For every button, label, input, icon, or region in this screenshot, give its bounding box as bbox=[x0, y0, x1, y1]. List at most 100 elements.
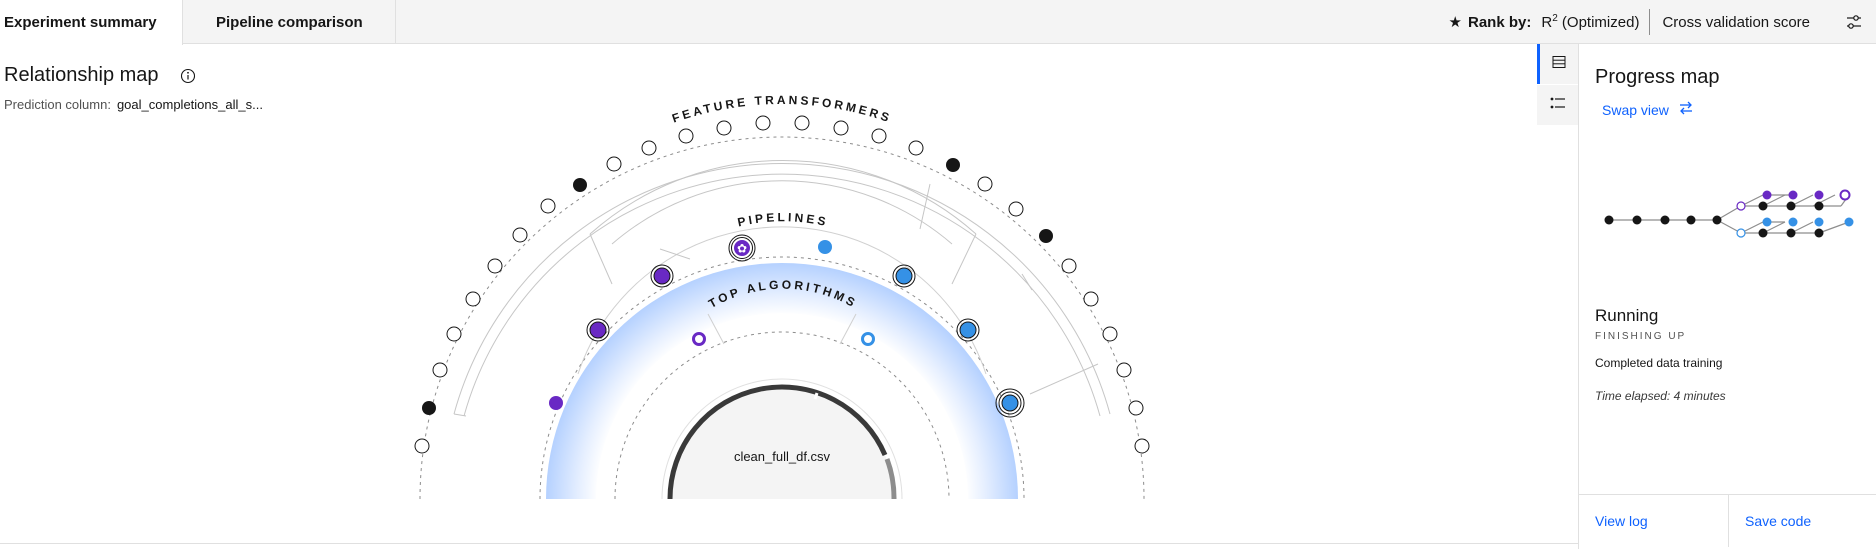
tab-label: Pipeline comparison bbox=[216, 13, 363, 31]
tab-experiment-summary[interactable]: Experiment summary bbox=[0, 0, 183, 45]
progress-node-best bbox=[1839, 189, 1851, 201]
swap-view-button[interactable]: Swap view bbox=[1602, 101, 1694, 118]
transformer-node[interactable] bbox=[606, 156, 622, 172]
progress-node bbox=[1786, 201, 1796, 211]
transformer-node[interactable] bbox=[465, 291, 481, 307]
transformer-node[interactable] bbox=[678, 128, 694, 144]
metric-sup: 2 bbox=[1552, 13, 1558, 24]
tab-label: Experiment summary bbox=[4, 14, 157, 31]
star-icon: ★ bbox=[1448, 14, 1462, 31]
progress-node bbox=[1660, 215, 1670, 225]
algorithm-node-blue[interactable] bbox=[861, 332, 875, 346]
relationship-map: FEATURE TRANSFORMERS PIPELINES TOP ALGOR… bbox=[414, 93, 1150, 499]
progress-node bbox=[1814, 228, 1824, 238]
pipeline-node[interactable] bbox=[1001, 394, 1019, 412]
transformer-node[interactable] bbox=[871, 128, 887, 144]
settings-adjust-icon[interactable] bbox=[1832, 0, 1876, 44]
progress-node bbox=[1632, 215, 1642, 225]
metric-base: R bbox=[1541, 14, 1553, 31]
swap-icon bbox=[1669, 101, 1694, 118]
rank-by-label: Rank by: bbox=[1467, 13, 1532, 31]
transformer-node[interactable] bbox=[716, 120, 732, 136]
save-code-link[interactable]: Save code bbox=[1728, 495, 1876, 547]
progress-node-blue bbox=[1844, 217, 1854, 227]
pipeline-node[interactable] bbox=[549, 396, 563, 410]
transformer-node-active[interactable] bbox=[946, 158, 960, 172]
rank-by-control: ★ Rank by: R2 (Optimized) Cross validati… bbox=[1449, 0, 1876, 44]
list-view-icon bbox=[1550, 96, 1566, 115]
progress-panel: Progress map Swap view Running FINISHING… bbox=[1578, 44, 1876, 549]
divider bbox=[1649, 9, 1651, 35]
pipeline-node[interactable] bbox=[589, 321, 607, 339]
progress-node-purple bbox=[1814, 190, 1824, 200]
progress-node bbox=[1604, 215, 1614, 225]
run-substatus: FINISHING UP bbox=[1595, 331, 1687, 342]
list-view-toggle[interactable] bbox=[1537, 85, 1578, 125]
progress-node bbox=[1686, 215, 1696, 225]
transformer-node[interactable] bbox=[794, 115, 810, 131]
swap-view-label: Swap view bbox=[1602, 101, 1669, 118]
progress-node bbox=[1712, 215, 1722, 225]
progress-node bbox=[1758, 201, 1768, 211]
transformer-node[interactable] bbox=[487, 258, 503, 274]
transformer-node-active[interactable] bbox=[1039, 229, 1053, 243]
transformer-node[interactable] bbox=[977, 176, 993, 192]
progress-node-blue bbox=[1762, 217, 1772, 227]
connector-line bbox=[951, 233, 977, 285]
map-view-icon bbox=[1552, 55, 1566, 74]
progress-node-purple bbox=[1762, 190, 1772, 200]
run-description: Completed data training bbox=[1595, 356, 1723, 370]
metric-suffix: (Optimized) bbox=[1561, 14, 1640, 31]
transformer-node[interactable] bbox=[414, 438, 430, 454]
transformer-node[interactable] bbox=[432, 362, 448, 378]
ring-tick bbox=[813, 392, 819, 400]
transformer-node[interactable] bbox=[1083, 291, 1099, 307]
progress-node bbox=[1814, 201, 1824, 211]
progress-node-blue bbox=[1788, 217, 1798, 227]
algorithm-node-purple[interactable] bbox=[692, 332, 706, 346]
transformer-node[interactable] bbox=[446, 326, 462, 342]
map-view-toggle[interactable] bbox=[1537, 44, 1578, 84]
time-elapsed: Time elapsed: 4 minutes bbox=[1595, 389, 1726, 403]
progress-node-purple bbox=[1788, 190, 1798, 200]
data-source-label[interactable]: clean_full_df.csv bbox=[734, 449, 831, 464]
pipeline-node[interactable] bbox=[818, 240, 832, 254]
transformer-node[interactable] bbox=[908, 140, 924, 156]
progress-map-title: Progress map bbox=[1595, 66, 1720, 88]
transformer-node[interactable] bbox=[1116, 362, 1132, 378]
connector-line bbox=[659, 248, 691, 260]
transformer-node-active[interactable] bbox=[573, 178, 587, 192]
transformer-node[interactable] bbox=[1128, 400, 1144, 416]
progress-map-graph bbox=[1604, 189, 1854, 238]
star-icon: ✿ bbox=[737, 242, 747, 256]
transformer-node[interactable] bbox=[512, 227, 528, 243]
connector-line bbox=[919, 183, 931, 230]
connector-line bbox=[1021, 273, 1033, 291]
rank-metric-selector[interactable]: R2 (Optimized) bbox=[1541, 13, 1639, 31]
run-status: Running bbox=[1595, 306, 1659, 325]
transformer-node[interactable] bbox=[1061, 258, 1077, 274]
pipeline-node[interactable] bbox=[895, 267, 913, 285]
view-log-link[interactable]: View log bbox=[1595, 495, 1648, 547]
pipeline-node[interactable] bbox=[653, 267, 671, 285]
transformer-node[interactable] bbox=[1102, 326, 1118, 342]
transformer-node[interactable] bbox=[641, 140, 657, 156]
transformer-node-active[interactable] bbox=[422, 401, 436, 415]
connector-line bbox=[589, 233, 613, 285]
panel-footer: View log Save code bbox=[1579, 494, 1876, 547]
progress-node bbox=[1758, 228, 1768, 238]
tab-pipeline-comparison[interactable]: Pipeline comparison bbox=[184, 0, 396, 44]
progress-node-blue bbox=[1814, 217, 1824, 227]
cross-validation-score-toggle[interactable]: Cross validation score bbox=[1662, 14, 1810, 31]
pipeline-node[interactable] bbox=[959, 321, 977, 339]
transformer-node[interactable] bbox=[755, 115, 771, 131]
top-bar: Experiment summary Pipeline comparison ★… bbox=[0, 0, 1876, 45]
transformer-node[interactable] bbox=[833, 120, 849, 136]
transformer-node[interactable] bbox=[540, 198, 556, 214]
progress-node-purple-open bbox=[1736, 201, 1746, 211]
progress-node bbox=[1786, 228, 1796, 238]
transformer-node[interactable] bbox=[1134, 438, 1150, 454]
feature-transformers-label: FEATURE TRANSFORMERS bbox=[670, 93, 893, 126]
bottom-divider bbox=[0, 543, 1578, 544]
transformer-node[interactable] bbox=[1008, 201, 1024, 217]
